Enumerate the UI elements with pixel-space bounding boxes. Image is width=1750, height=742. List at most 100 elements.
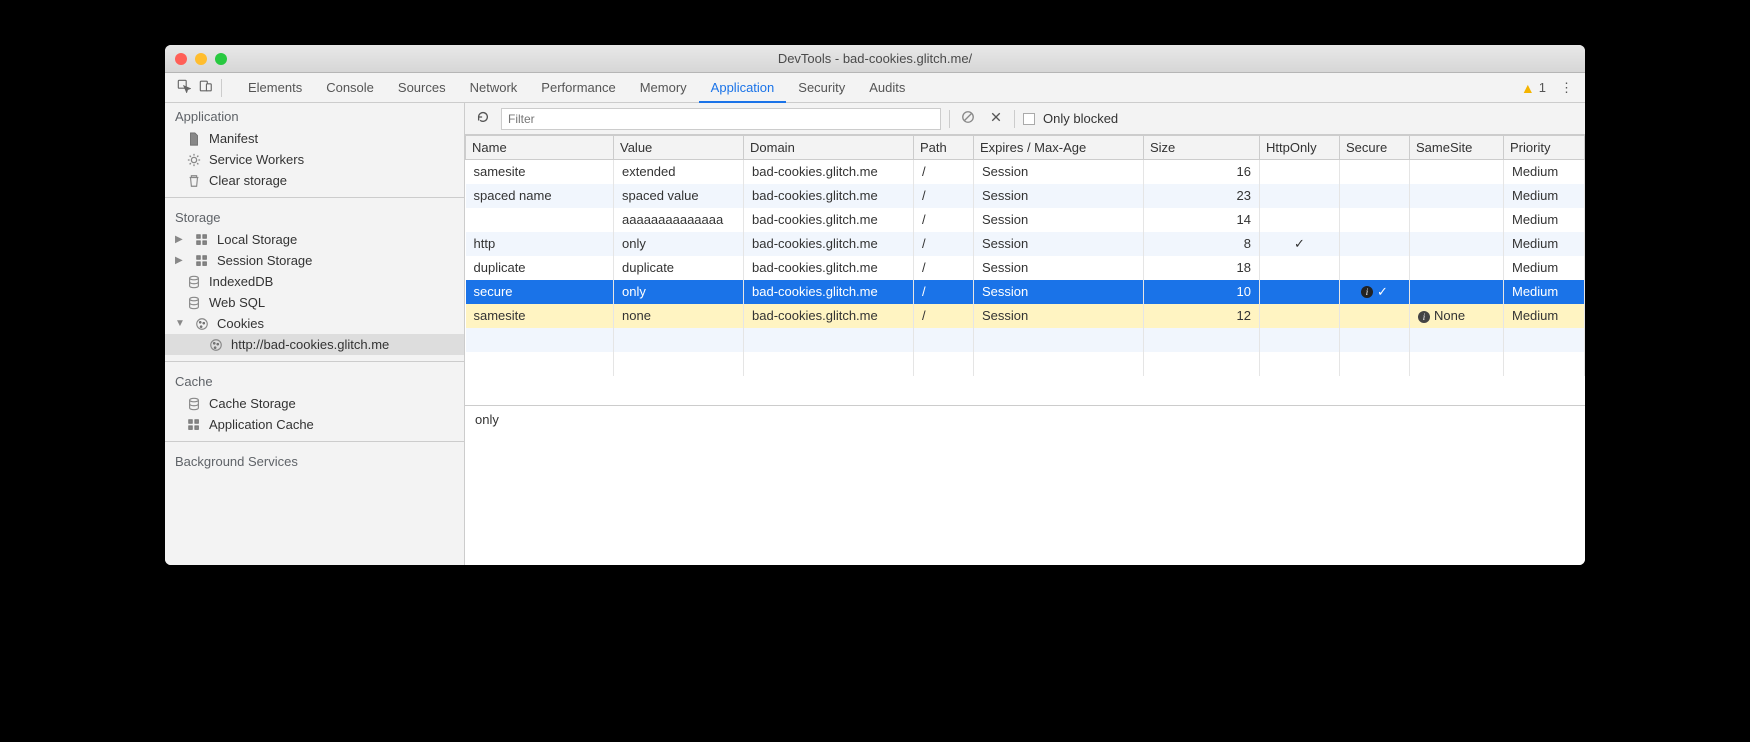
close-window-button[interactable] (175, 53, 187, 65)
cell-priority[interactable]: Medium (1504, 256, 1585, 280)
cell-name[interactable]: samesite (466, 160, 614, 184)
delete-selected-button[interactable] (986, 111, 1006, 126)
sidebar-item-web-sql[interactable]: Web SQL (165, 292, 464, 313)
chevron-down-icon[interactable]: ▼ (175, 318, 185, 329)
tab-security[interactable]: Security (786, 73, 857, 103)
cell-priority[interactable]: Medium (1504, 304, 1585, 328)
column-path[interactable]: Path (914, 136, 974, 160)
cell-path[interactable]: / (914, 160, 974, 184)
tab-console[interactable]: Console (314, 73, 386, 103)
filter-input[interactable] (501, 108, 941, 130)
cell-name[interactable]: http (466, 232, 614, 256)
tab-network[interactable]: Network (458, 73, 530, 103)
cell-path[interactable]: / (914, 208, 974, 232)
cell-path[interactable]: / (914, 256, 974, 280)
cell-secure[interactable] (1340, 160, 1410, 184)
cell-samesite[interactable] (1410, 160, 1504, 184)
cell-httponly[interactable] (1260, 256, 1340, 280)
refresh-button[interactable] (473, 110, 493, 127)
cell-size[interactable]: 10 (1144, 280, 1260, 304)
cell-domain[interactable]: bad-cookies.glitch.me (744, 280, 914, 304)
cell-priority[interactable]: Medium (1504, 208, 1585, 232)
table-row[interactable]: httponlybad-cookies.glitch.me/Session8✓M… (466, 232, 1585, 256)
cell-domain[interactable]: bad-cookies.glitch.me (744, 232, 914, 256)
table-row[interactable]: samesitenonebad-cookies.glitch.me/Sessio… (466, 304, 1585, 328)
column-expires-max-age[interactable]: Expires / Max-Age (974, 136, 1144, 160)
cell-secure[interactable] (1340, 232, 1410, 256)
cell-value[interactable]: none (614, 304, 744, 328)
cell-httponly[interactable] (1260, 280, 1340, 304)
cell-expires[interactable]: Session (974, 184, 1144, 208)
cell-value[interactable]: spaced value (614, 184, 744, 208)
cell-size[interactable]: 8 (1144, 232, 1260, 256)
table-row[interactable]: samesiteextendedbad-cookies.glitch.me/Se… (466, 160, 1585, 184)
cell-value[interactable]: only (614, 280, 744, 304)
sidebar-item-session-storage[interactable]: ▶Session Storage (165, 250, 464, 271)
cell-expires[interactable]: Session (974, 232, 1144, 256)
sidebar-item-indexeddb[interactable]: IndexedDB (165, 271, 464, 292)
cell-samesite[interactable] (1410, 280, 1504, 304)
cell-expires[interactable]: Session (974, 160, 1144, 184)
sidebar-item-clear-storage[interactable]: Clear storage (165, 170, 464, 191)
cell-samesite[interactable]: iNone (1410, 304, 1504, 328)
cell-name[interactable] (466, 208, 614, 232)
cell-name[interactable]: secure (466, 280, 614, 304)
more-menu-icon[interactable]: ⋮ (1556, 80, 1577, 96)
tab-sources[interactable]: Sources (386, 73, 458, 103)
cell-size[interactable]: 12 (1144, 304, 1260, 328)
chevron-right-icon[interactable]: ▶ (175, 255, 185, 266)
cell-path[interactable]: / (914, 232, 974, 256)
sidebar-item-application-cache[interactable]: Application Cache (165, 414, 464, 435)
cell-httponly[interactable] (1260, 160, 1340, 184)
minimize-window-button[interactable] (195, 53, 207, 65)
cell-samesite[interactable] (1410, 208, 1504, 232)
cell-secure[interactable] (1340, 208, 1410, 232)
cookies-table[interactable]: NameValueDomainPathExpires / Max-AgeSize… (465, 135, 1585, 405)
cell-domain[interactable]: bad-cookies.glitch.me (744, 160, 914, 184)
sidebar-item-cookie-origin[interactable]: http://bad-cookies.glitch.me (165, 334, 464, 355)
cell-secure[interactable] (1340, 256, 1410, 280)
column-size[interactable]: Size (1144, 136, 1260, 160)
cell-name[interactable]: duplicate (466, 256, 614, 280)
warnings-badge[interactable]: ▲ 1 (1521, 80, 1546, 96)
cell-expires[interactable]: Session (974, 256, 1144, 280)
cell-size[interactable]: 23 (1144, 184, 1260, 208)
cell-expires[interactable]: Session (974, 208, 1144, 232)
sidebar-item-service-workers[interactable]: Service Workers (165, 149, 464, 170)
cell-samesite[interactable] (1410, 256, 1504, 280)
cell-httponly[interactable] (1260, 184, 1340, 208)
cell-httponly[interactable] (1260, 304, 1340, 328)
column-name[interactable]: Name (466, 136, 614, 160)
table-row[interactable]: spaced namespaced valuebad-cookies.glitc… (466, 184, 1585, 208)
column-samesite[interactable]: SameSite (1410, 136, 1504, 160)
cell-priority[interactable]: Medium (1504, 280, 1585, 304)
inspect-element-icon[interactable] (173, 79, 195, 96)
cell-domain[interactable]: bad-cookies.glitch.me (744, 184, 914, 208)
column-priority[interactable]: Priority (1504, 136, 1585, 160)
chevron-right-icon[interactable]: ▶ (175, 234, 185, 245)
tab-elements[interactable]: Elements (236, 73, 314, 103)
column-value[interactable]: Value (614, 136, 744, 160)
cell-domain[interactable]: bad-cookies.glitch.me (744, 304, 914, 328)
cell-value[interactable]: duplicate (614, 256, 744, 280)
cell-path[interactable]: / (914, 304, 974, 328)
table-row[interactable]: secureonlybad-cookies.glitch.me/Session1… (466, 280, 1585, 304)
maximize-window-button[interactable] (215, 53, 227, 65)
cell-name[interactable]: spaced name (466, 184, 614, 208)
column-httponly[interactable]: HttpOnly (1260, 136, 1340, 160)
table-row[interactable]: duplicateduplicatebad-cookies.glitch.me/… (466, 256, 1585, 280)
cell-expires[interactable]: Session (974, 304, 1144, 328)
sidebar-item-manifest[interactable]: Manifest (165, 128, 464, 149)
cell-httponly[interactable] (1260, 208, 1340, 232)
cell-value[interactable]: only (614, 232, 744, 256)
column-secure[interactable]: Secure (1340, 136, 1410, 160)
tab-memory[interactable]: Memory (628, 73, 699, 103)
device-toolbar-icon[interactable] (195, 79, 217, 96)
sidebar-item-cookies[interactable]: ▼Cookies (165, 313, 464, 334)
column-domain[interactable]: Domain (744, 136, 914, 160)
cell-size[interactable]: 14 (1144, 208, 1260, 232)
cell-secure[interactable] (1340, 304, 1410, 328)
cell-value[interactable]: aaaaaaaaaaaaaa (614, 208, 744, 232)
cell-domain[interactable]: bad-cookies.glitch.me (744, 256, 914, 280)
titlebar[interactable]: DevTools - bad-cookies.glitch.me/ (165, 45, 1585, 73)
